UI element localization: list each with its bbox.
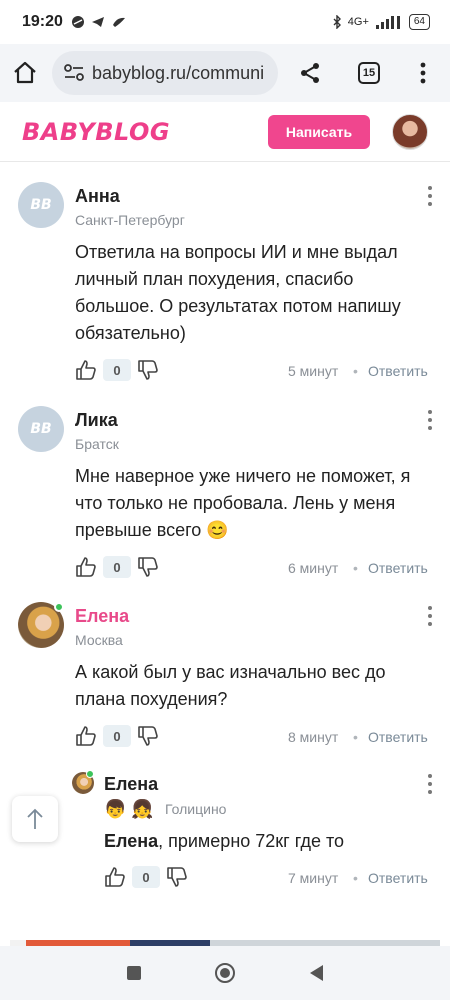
signal-icon — [375, 16, 400, 29]
vote-controls: 0 — [75, 359, 159, 381]
arrow-up-icon — [27, 808, 43, 829]
online-indicator — [54, 602, 64, 612]
vote-count: 0 — [132, 866, 160, 888]
vote-controls: 0 — [104, 866, 188, 888]
comment-menu-icon[interactable] — [420, 185, 440, 207]
separator-dot: • — [353, 870, 358, 886]
thumbs-down-icon[interactable] — [137, 725, 159, 747]
avatar[interactable]: BB — [18, 406, 64, 452]
bluetooth-icon — [333, 15, 341, 29]
status-time: 19:20 — [22, 13, 63, 30]
app-icon — [112, 17, 125, 27]
comment-menu-icon[interactable] — [420, 773, 440, 795]
avatar[interactable]: BB — [18, 182, 64, 228]
recents-icon[interactable] — [126, 965, 142, 981]
comment-city: Голицино — [165, 801, 227, 817]
kids-badge-icon: 👦 👧 — [104, 799, 154, 819]
site-settings-icon[interactable] — [64, 64, 84, 82]
status-bar: 19:20 4G+ 64 — [0, 0, 450, 44]
reply-link[interactable]: Ответить — [368, 870, 428, 886]
thumbs-up-icon[interactable] — [104, 866, 126, 888]
comment-author[interactable]: Елена — [104, 774, 158, 795]
vote-controls: 0 — [75, 725, 159, 747]
vote-count: 0 — [103, 725, 131, 747]
notification-icon — [71, 16, 84, 28]
home-nav-icon[interactable] — [214, 962, 236, 984]
vote-controls: 0 — [75, 556, 159, 578]
system-nav-bar — [0, 946, 450, 1000]
thumbs-up-icon[interactable] — [75, 556, 97, 578]
comment-author[interactable]: Анна — [75, 186, 120, 207]
share-icon[interactable] — [298, 61, 322, 85]
separator-dot: • — [353, 363, 358, 379]
comment: Елена Москва А какой был у вас изначальн… — [0, 596, 450, 762]
comment-text: Мне наверное уже ничего не поможет, я чт… — [75, 466, 411, 540]
address-bar[interactable]: babyblog.ru/communi — [52, 51, 278, 95]
reply-link[interactable]: Ответить — [368, 363, 428, 379]
back-icon[interactable] — [308, 964, 324, 982]
write-button[interactable]: Написать — [268, 114, 370, 149]
url-text: babyblog.ru/communi — [92, 62, 265, 83]
vote-count: 0 — [103, 359, 131, 381]
comment-author[interactable]: Лика — [75, 410, 118, 431]
tab-switcher-button[interactable]: 15 — [358, 62, 380, 84]
comment: BB Анна Санкт-Петербург Ответила на вопр… — [0, 162, 450, 390]
online-indicator — [86, 770, 94, 778]
scroll-to-top-button[interactable] — [12, 796, 58, 842]
comment-time: 6 минут — [288, 560, 339, 576]
vote-count: 0 — [103, 556, 131, 578]
comment-city: Братск — [75, 436, 119, 452]
comment-text: Ответила на вопросы ИИ и мне выдал личны… — [75, 242, 401, 343]
separator-dot: • — [353, 560, 358, 576]
mention[interactable]: Елена — [104, 831, 158, 851]
comment-menu-icon[interactable] — [420, 409, 440, 431]
comment-text: Елена, примерно 72кг где то — [104, 828, 424, 855]
thumbs-down-icon[interactable] — [137, 359, 159, 381]
site-header: BABYBLOG Написать — [0, 102, 450, 162]
comment-time: 5 минут — [288, 363, 339, 379]
battery-indicator: 64 — [408, 14, 430, 30]
separator-dot: • — [353, 729, 358, 745]
comment-author[interactable]: Елена — [75, 606, 129, 627]
more-menu-icon[interactable] — [420, 62, 426, 84]
comment-time: 8 минут — [288, 729, 339, 745]
thumbs-down-icon[interactable] — [137, 556, 159, 578]
home-icon[interactable] — [12, 60, 38, 86]
comment: BB Лика Братск Мне наверное уже ничего н… — [0, 390, 450, 596]
thumbs-down-icon[interactable] — [166, 866, 188, 888]
thumbs-up-icon[interactable] — [75, 359, 97, 381]
status-notification-icons — [71, 15, 127, 29]
comment-time: 7 минут — [288, 870, 339, 886]
telegram-icon — [91, 17, 104, 27]
comment-city: Санкт-Петербург — [75, 212, 185, 228]
user-avatar[interactable] — [392, 113, 428, 150]
reply-text: , примерно 72кг где то — [158, 831, 345, 851]
comment-text: А какой был у вас изначально вес до план… — [75, 662, 386, 709]
network-label: 4G+ — [347, 16, 369, 28]
reply-link[interactable]: Ответить — [368, 729, 428, 745]
browser-toolbar: babyblog.ru/communi 15 — [0, 44, 450, 102]
comment-menu-icon[interactable] — [420, 605, 440, 627]
reply-comment: Елена 👦 👧 Голицино Елена, примерно 72кг … — [0, 762, 450, 912]
reply-link[interactable]: Ответить — [368, 560, 428, 576]
babyblog-logo[interactable]: BABYBLOG — [22, 118, 170, 146]
status-right-icons: 4G+ 64 — [332, 14, 430, 30]
comment-city: Москва — [75, 632, 123, 648]
thumbs-up-icon[interactable] — [75, 725, 97, 747]
